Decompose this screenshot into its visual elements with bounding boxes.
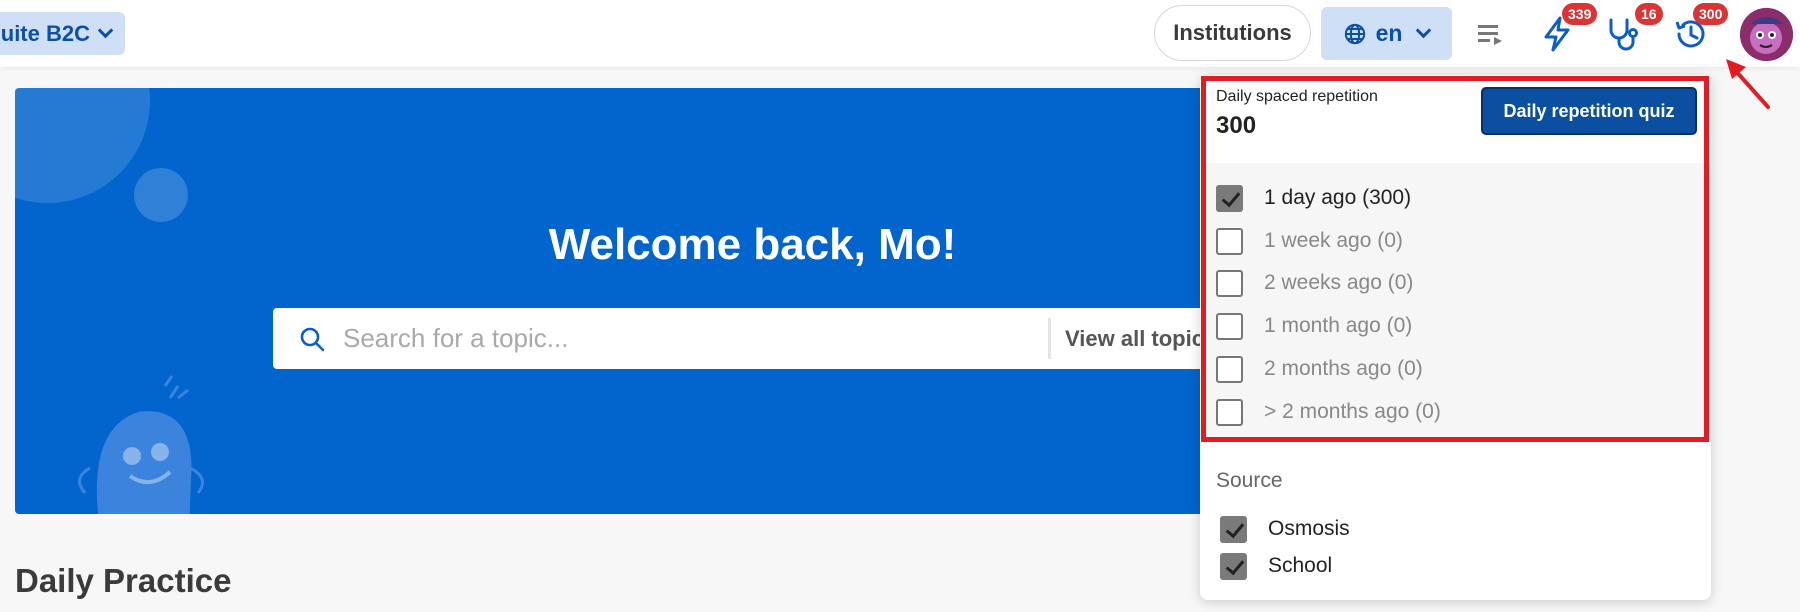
source-label: School — [1268, 554, 1333, 577]
section-title: Daily Practice — [15, 562, 232, 599]
language-selector[interactable]: en — [1321, 7, 1452, 60]
checkbox[interactable] — [1220, 515, 1247, 543]
welcome-heading: Welcome back, Mo! — [548, 220, 957, 269]
source-option-osmosis[interactable]: Osmosis — [1220, 514, 1350, 544]
source-label: Osmosis — [1268, 517, 1350, 540]
hero-banner: Welcome back, Mo! — [15, 88, 1235, 514]
top-bar: uite B2C Institutions en 339 16 300 — [0, 0, 1800, 67]
language-label: en — [1375, 20, 1403, 46]
annotation-highlight-box — [1201, 76, 1709, 442]
history-badge: 300 — [1693, 3, 1729, 25]
workspace-selector[interactable]: uite B2C — [0, 12, 125, 55]
institutions-button[interactable]: Institutions — [1154, 5, 1311, 61]
view-all-topics-link[interactable]: View all topics — [1065, 308, 1216, 369]
stethoscope-badge: 16 — [1635, 3, 1663, 25]
avatar[interactable] — [1740, 8, 1793, 61]
avatar-image — [1740, 8, 1793, 61]
divider — [1048, 318, 1051, 359]
checkbox[interactable] — [1220, 552, 1247, 580]
lightning-badge: 339 — [1562, 3, 1598, 25]
annotation-arrow-icon — [1726, 59, 1770, 109]
chevron-down-icon — [1416, 22, 1432, 38]
mascot-illustration — [78, 375, 204, 514]
topic-search-bar: View all topics — [273, 308, 1273, 369]
playlist-icon[interactable] — [1470, 14, 1510, 54]
workspace-label: uite B2C — [0, 20, 90, 46]
decorative-circle — [15, 88, 150, 203]
source-heading: Source — [1216, 469, 1283, 492]
search-input[interactable] — [343, 308, 1033, 369]
chevron-down-icon — [97, 22, 114, 38]
globe-icon — [1344, 23, 1365, 44]
source-option-school[interactable]: School — [1220, 551, 1332, 581]
decorative-circle — [134, 168, 188, 222]
search-icon — [300, 327, 325, 352]
